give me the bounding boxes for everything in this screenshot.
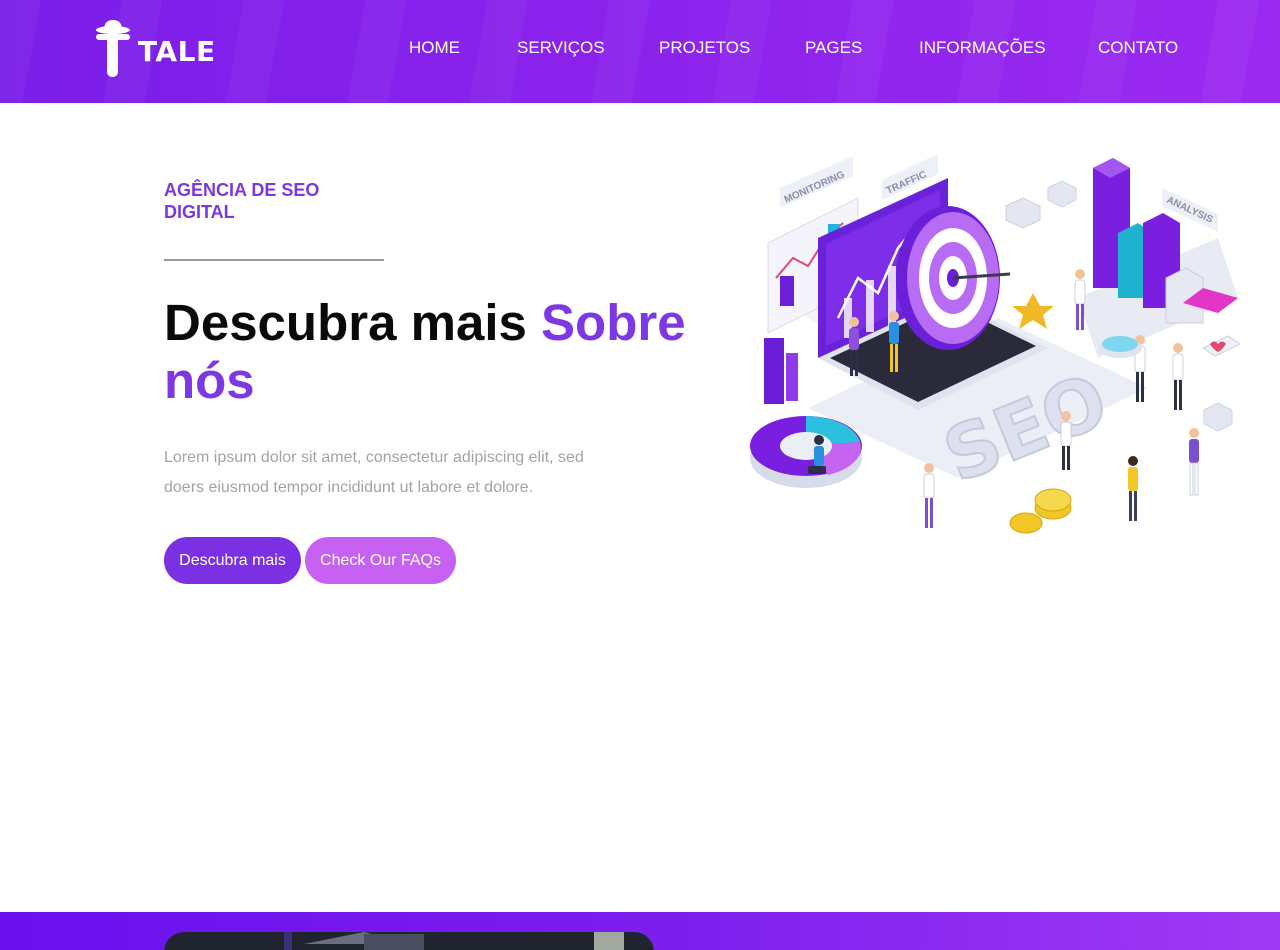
- site-header: TALE HOME SERVIÇOS PROJETOS PAGES INFORM…: [0, 0, 1280, 103]
- hero-eyebrow: AGÊNCIA DE SEO DIGITAL: [164, 180, 320, 222]
- hero-headline: Descubra mais Sobre nós: [164, 294, 724, 410]
- headline-main: Descubra mais: [164, 294, 527, 351]
- hero-lead: Lorem ipsum dolor sit amet, consectetur …: [164, 449, 584, 496]
- discover-more-button[interactable]: Descubra mais: [164, 537, 301, 584]
- next-section-image: [164, 932, 654, 950]
- hero-divider: [164, 259, 384, 261]
- nav-item-informacoes[interactable]: INFORMAÇÕES: [919, 38, 1046, 58]
- next-section-band: [0, 912, 1280, 950]
- nav-item-contato[interactable]: CONTATO: [1098, 38, 1178, 58]
- nav-item-pages[interactable]: PAGES: [805, 38, 862, 58]
- seo-illustration: MONITORING TRAFFIC ANALYSIS SEO: [748, 148, 1248, 548]
- nav-item-servicos[interactable]: SERVIÇOS: [517, 38, 605, 58]
- nav-item-home[interactable]: HOME: [409, 38, 460, 58]
- main-nav: HOME SERVIÇOS PROJETOS PAGES INFORMAÇÕES…: [0, 38, 1280, 60]
- label-monitoring: MONITORING: [780, 156, 853, 208]
- faqs-button[interactable]: Check Our FAQs: [305, 537, 456, 584]
- nav-item-projetos[interactable]: PROJETOS: [659, 38, 750, 58]
